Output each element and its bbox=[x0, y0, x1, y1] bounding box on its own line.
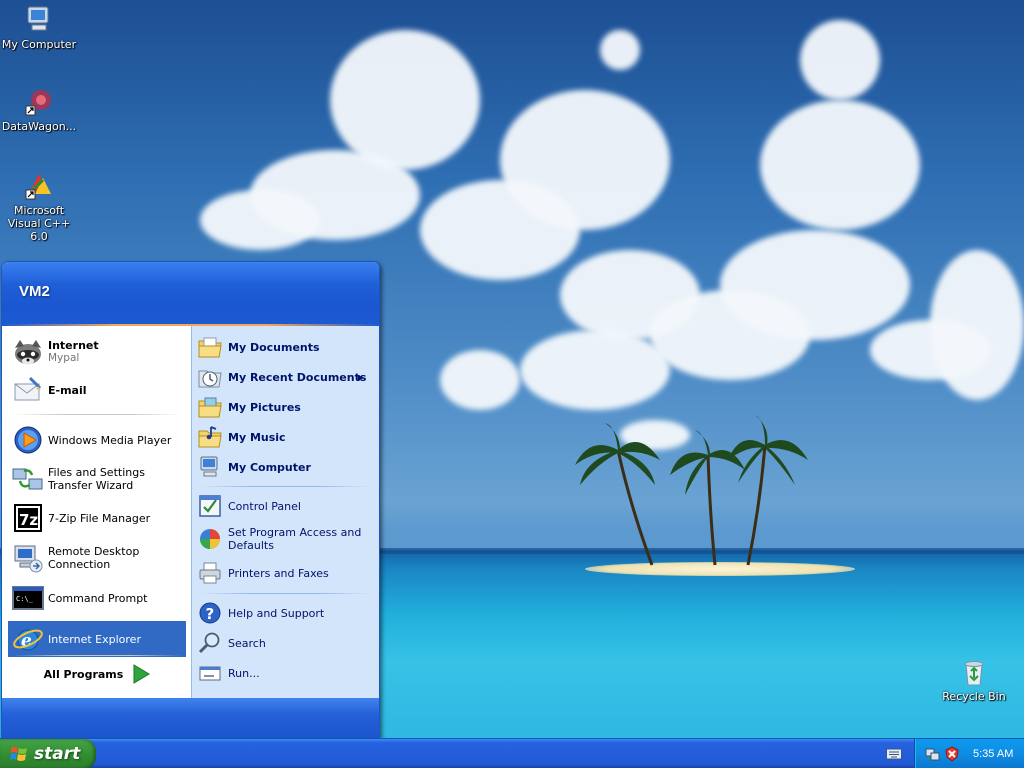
place-my-recent-documents[interactable]: My Recent Documents ▶ bbox=[198, 362, 376, 392]
taskbar: start 5:35 AM bbox=[0, 738, 1024, 768]
all-programs-divider bbox=[12, 655, 182, 656]
datawagon-icon bbox=[25, 90, 51, 116]
pinned-internet[interactable]: Internet Mypal bbox=[8, 334, 186, 370]
place-my-music[interactable]: My Music bbox=[198, 422, 376, 452]
search-icon bbox=[198, 632, 220, 654]
help-icon: ? bbox=[199, 602, 221, 624]
start-label: start bbox=[34, 744, 81, 764]
clock[interactable]: 5:35 AM bbox=[973, 748, 1013, 760]
pinned-email[interactable]: E-mail bbox=[8, 372, 186, 408]
place-my-pictures[interactable]: My Pictures bbox=[198, 392, 376, 422]
start-menu-header: VM2 bbox=[2, 262, 379, 326]
setting-printers-faxes[interactable]: Printers and Faxes bbox=[198, 558, 376, 588]
remote-desktop-icon bbox=[14, 545, 43, 573]
place-my-computer[interactable]: My Computer bbox=[198, 452, 376, 482]
my-documents-icon bbox=[198, 337, 222, 358]
desktop-icon-my-computer[interactable]: My Computer bbox=[0, 4, 78, 51]
cloud bbox=[800, 20, 880, 100]
system-tray: 5:35 AM bbox=[914, 739, 1024, 768]
cloud bbox=[500, 90, 670, 230]
raccoon-browser-icon bbox=[15, 340, 41, 365]
palm-trees bbox=[575, 415, 808, 566]
my-pictures-icon bbox=[198, 397, 222, 418]
start-button[interactable]: start bbox=[0, 739, 96, 768]
cloud bbox=[440, 350, 520, 410]
control-panel-icon bbox=[199, 495, 221, 517]
start-menu-right-pane: My Documents My Recent Documents ▶ My Pi… bbox=[191, 326, 379, 698]
start-menu-left-pane: Internet Mypal E-mail Windows Media Play… bbox=[2, 326, 191, 698]
internet-explorer-icon: e bbox=[13, 629, 43, 651]
place-my-documents[interactable]: My Documents bbox=[198, 332, 376, 362]
pinned-divider bbox=[12, 414, 182, 415]
cloud bbox=[520, 330, 670, 410]
run-icon bbox=[199, 666, 221, 681]
network-tray-icon[interactable] bbox=[925, 746, 941, 762]
recent-files-settings-transfer[interactable]: Files and Settings Transfer Wizard bbox=[8, 461, 186, 497]
search[interactable]: Search bbox=[198, 628, 376, 658]
command-prompt-icon: C:\_ bbox=[12, 586, 44, 610]
security-alert-tray-icon[interactable] bbox=[944, 746, 960, 762]
submenu-arrow-icon: ▶ bbox=[357, 372, 364, 382]
setting-control-panel[interactable]: Control Panel bbox=[198, 491, 376, 521]
help-and-support[interactable]: ? Help and Support bbox=[198, 598, 376, 628]
pinned-internet-subtitle: Mypal bbox=[48, 352, 80, 364]
pinned-email-title: E-mail bbox=[48, 383, 87, 397]
recent-internet-explorer[interactable]: e Internet Explorer bbox=[8, 621, 186, 657]
svg-text:C:\_: C:\_ bbox=[16, 595, 34, 603]
recent-command-prompt[interactable]: C:\_ Command Prompt bbox=[8, 580, 186, 616]
run[interactable]: Run... bbox=[198, 658, 376, 688]
green-arrow-icon bbox=[133, 664, 151, 684]
recent-documents-icon bbox=[198, 370, 222, 388]
settings-divider bbox=[200, 593, 370, 594]
windows-flag-icon bbox=[10, 747, 27, 761]
cloud bbox=[600, 30, 640, 70]
desktop-icon-recycle-bin[interactable]: Recycle Bin bbox=[935, 656, 1013, 703]
computer-icon bbox=[200, 456, 218, 477]
transfer-wizard-icon bbox=[12, 468, 43, 490]
my-music-icon bbox=[198, 426, 222, 448]
visual-cpp-icon bbox=[25, 174, 51, 200]
user-name: VM2 bbox=[19, 283, 50, 300]
recent-windows-media-player[interactable]: Windows Media Player bbox=[8, 422, 186, 458]
cloud bbox=[330, 30, 480, 170]
computer-icon bbox=[27, 6, 49, 31]
svg-text:7z: 7z bbox=[19, 511, 38, 529]
program-defaults-icon bbox=[200, 529, 220, 549]
svg-text:?: ? bbox=[206, 605, 215, 623]
cloud bbox=[870, 320, 990, 380]
cloud bbox=[200, 190, 320, 250]
desktop-icon-visual-cpp[interactable]: Microsoft Visual C++ 6.0 bbox=[0, 170, 78, 243]
7zip-icon: 7z bbox=[14, 504, 42, 532]
places-divider bbox=[200, 486, 370, 487]
start-menu: VM2 Internet Mypal E-mail Windows Media … bbox=[1, 261, 380, 738]
start-menu-footer bbox=[2, 698, 379, 737]
cloud bbox=[760, 100, 920, 230]
recent-7zip[interactable]: 7z 7-Zip File Manager bbox=[8, 500, 186, 536]
cloud bbox=[720, 230, 910, 340]
desktop-icon-datawagon[interactable]: DataWagon... bbox=[0, 86, 78, 133]
printer-icon bbox=[199, 562, 221, 584]
setting-program-access-defaults[interactable]: Set Program Access and Defaults bbox=[198, 521, 376, 557]
recycle-bin-icon bbox=[964, 661, 984, 686]
keyboard-icon[interactable] bbox=[886, 747, 902, 761]
recent-remote-desktop[interactable]: Remote Desktop Connection bbox=[8, 540, 186, 576]
email-icon bbox=[14, 376, 42, 401]
media-player-icon bbox=[14, 426, 42, 454]
all-programs-button[interactable]: All Programs bbox=[32, 659, 162, 689]
pinned-internet-title: Internet bbox=[48, 339, 99, 352]
